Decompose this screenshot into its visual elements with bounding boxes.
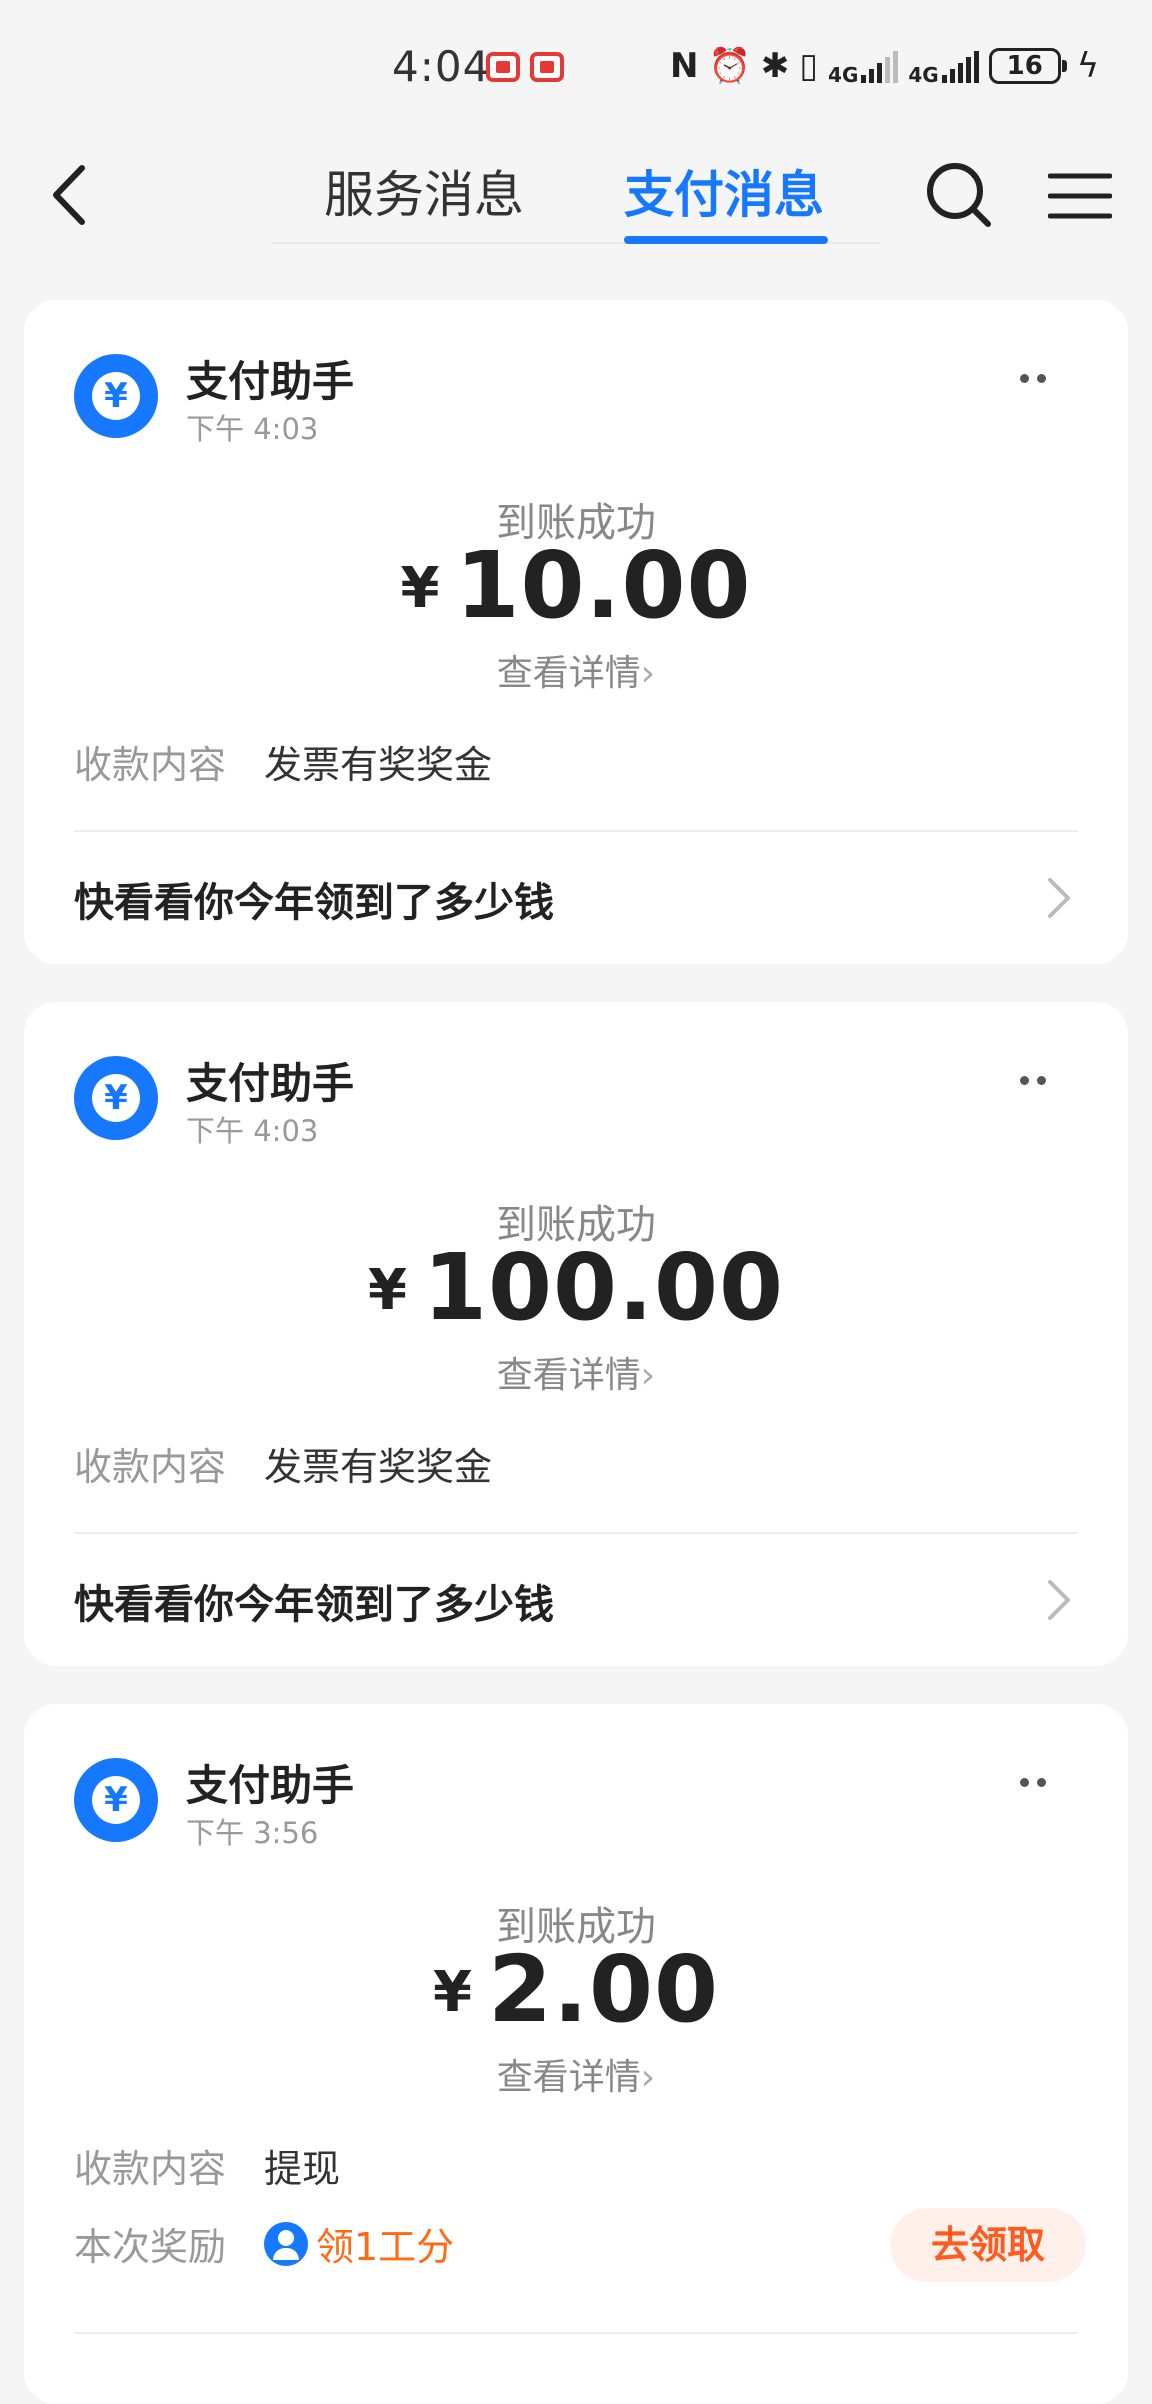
- payment-message-card: ¥ 支付助手 下午 4:03 到账成功 ¥10.00 查看详情› 收款内容 发票…: [24, 300, 1128, 964]
- payment-amount: ¥100.00: [24, 1238, 1128, 1338]
- yuan-icon: ¥: [92, 1074, 140, 1122]
- yuan-icon: ¥: [92, 372, 140, 420]
- content-value: 发票有奖奖金: [264, 743, 493, 787]
- amount-value: 2.00: [487, 1936, 719, 2043]
- content-label: 收款内容: [74, 1445, 227, 1489]
- yuan-icon: ¥: [92, 1776, 140, 1824]
- top-nav: 服务消息 支付消息: [0, 130, 1152, 260]
- payment-message-card: ¥ 支付助手 下午 3:56 到账成功 ¥2.00 查看详情› 收款内容 提现 …: [24, 1704, 1128, 2404]
- network-type-label: 4G: [828, 63, 859, 87]
- view-details-link[interactable]: 查看详情›: [24, 644, 1128, 696]
- network-type-label: 4G: [908, 63, 939, 87]
- message-time: 下午 4:03: [186, 412, 319, 446]
- tab-payment-messages[interactable]: 支付消息: [624, 150, 824, 240]
- chevron-right-icon: [1044, 1578, 1074, 1622]
- view-details-link[interactable]: 查看详情›: [24, 1346, 1128, 1398]
- status-time: 4:04: [392, 42, 491, 91]
- reward-label: 本次奖励: [74, 2225, 227, 2269]
- search-icon: [927, 163, 991, 227]
- battery-icon: 16: [988, 48, 1067, 84]
- nfc-icon: N: [670, 46, 699, 86]
- view-details-link[interactable]: 查看详情›: [24, 2048, 1128, 2100]
- signal-icon: [861, 49, 899, 83]
- active-tab-indicator: [624, 236, 828, 244]
- sender-name: 支付助手: [186, 357, 355, 406]
- payment-message-card: ¥ 支付助手 下午 4:03 到账成功 ¥100.00 查看详情› 收款内容 发…: [24, 1002, 1128, 1666]
- content-value: 发票有奖奖金: [264, 1445, 493, 1489]
- promo-link[interactable]: 快看看你今年领到了多少钱: [74, 1572, 554, 1630]
- currency-symbol: ¥: [368, 1258, 407, 1323]
- more-options-button[interactable]: [1020, 370, 1060, 386]
- sender-name: 支付助手: [186, 1761, 355, 1810]
- divider: [74, 830, 1078, 832]
- menu-icon: [1047, 173, 1113, 219]
- vibrate-icon: ▯: [799, 46, 819, 86]
- payment-assistant-avatar: ¥: [74, 1758, 158, 1842]
- sender-name: 支付助手: [186, 1059, 355, 1108]
- amount-value: 100.00: [422, 1234, 784, 1341]
- payment-assistant-avatar: ¥: [74, 1056, 158, 1140]
- notification-icon: [530, 52, 564, 82]
- signal-icon: [941, 49, 979, 83]
- currency-symbol: ¥: [400, 556, 440, 621]
- amount-value: 10.00: [455, 532, 752, 639]
- more-options-button[interactable]: [1020, 1774, 1060, 1790]
- currency-symbol: ¥: [433, 1960, 472, 2025]
- chevron-right-icon: ›: [640, 653, 656, 694]
- reward-info: 领1工分: [264, 2216, 454, 2271]
- divider: [74, 2332, 1078, 2334]
- alarm-icon: ⏰: [708, 46, 751, 86]
- content-value: 提现: [264, 2147, 341, 2191]
- charging-icon: ϟ: [1076, 46, 1100, 86]
- tab-service-messages[interactable]: 服务消息: [324, 150, 524, 240]
- chevron-right-icon: ›: [640, 2057, 656, 2098]
- content-label: 收款内容: [74, 2147, 227, 2191]
- status-icons: N ⏰ ✱ ▯ 4G 4G 16 ϟ: [670, 44, 1099, 88]
- more-options-button[interactable]: [1020, 1072, 1060, 1088]
- payment-amount: ¥10.00: [24, 536, 1128, 636]
- claim-reward-button[interactable]: 去领取: [890, 2208, 1086, 2282]
- back-arrow-icon: [53, 165, 85, 225]
- promo-link[interactable]: 快看看你今年领到了多少钱: [74, 870, 554, 928]
- content-label: 收款内容: [74, 743, 227, 787]
- search-button[interactable]: [924, 160, 994, 230]
- chevron-right-icon: ›: [640, 1355, 656, 1396]
- user-icon: [264, 2221, 308, 2266]
- back-button[interactable]: [44, 160, 104, 230]
- payment-assistant-avatar: ¥: [74, 354, 158, 438]
- message-time: 下午 3:56: [186, 1816, 319, 1850]
- reward-value: 领1工分: [316, 2225, 455, 2269]
- chevron-right-icon: [1044, 876, 1074, 920]
- status-bar: 4:04 N ⏰ ✱ ▯ 4G 4G 16 ϟ: [0, 0, 1152, 130]
- message-time: 下午 4:03: [186, 1114, 319, 1148]
- payment-amount: ¥2.00: [24, 1940, 1128, 2040]
- menu-button[interactable]: [1047, 166, 1113, 226]
- notification-icon: [486, 52, 520, 82]
- divider: [74, 1532, 1078, 1534]
- bluetooth-icon: ✱: [760, 46, 790, 86]
